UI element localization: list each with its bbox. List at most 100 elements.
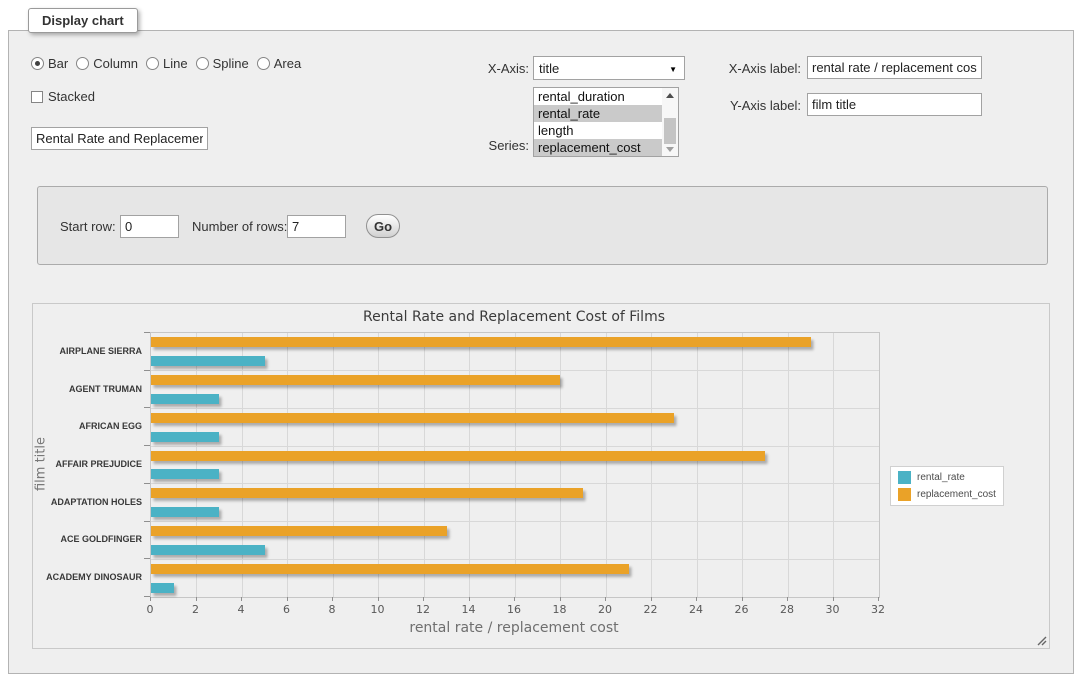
y-tick-mark	[144, 445, 150, 446]
chart-type-option-line[interactable]: Line	[146, 56, 188, 71]
y-axis-label-label: Y-Axis label:	[661, 98, 801, 113]
chart-type-option-spline[interactable]: Spline	[196, 56, 249, 71]
gridline	[333, 333, 334, 597]
x-axis-label-label: X-Axis label:	[661, 61, 801, 76]
chart-type-option-bar[interactable]: Bar	[31, 56, 68, 71]
x-tick-mark	[150, 597, 151, 601]
x-tick-label: 28	[762, 603, 812, 616]
x-tick-label: 6	[262, 603, 312, 616]
bar-replacement_cost	[151, 375, 560, 385]
gridline	[151, 408, 879, 409]
x-tick-mark	[878, 597, 879, 601]
bar-rental_rate	[151, 583, 174, 593]
chart-title-input[interactable]	[31, 127, 208, 150]
radio-icon[interactable]	[257, 57, 270, 70]
x-axis-label-input[interactable]	[807, 56, 982, 79]
x-tick-mark	[605, 597, 606, 601]
radio-icon[interactable]	[146, 57, 159, 70]
category-label: AIRPLANE SIERRA	[33, 346, 142, 356]
radio-label: Bar	[48, 56, 68, 71]
display-chart-panel: Display chart BarColumnLineSplineArea St…	[8, 30, 1074, 674]
x-tick-label: 10	[353, 603, 403, 616]
start-row-input[interactable]	[120, 215, 179, 238]
chart-plot-area	[150, 332, 880, 598]
gridline	[242, 333, 243, 597]
x-tick-mark	[332, 597, 333, 601]
x-tick-mark	[651, 597, 652, 601]
x-tick-label: 14	[444, 603, 494, 616]
gridline	[742, 333, 743, 597]
chart-type-option-area[interactable]: Area	[257, 56, 301, 71]
x-tick-label: 22	[626, 603, 676, 616]
gridline	[515, 333, 516, 597]
x-tick-label: 2	[171, 603, 221, 616]
radio-label: Area	[274, 56, 301, 71]
y-axis-label-input[interactable]	[807, 93, 982, 116]
category-label: AFRICAN EGG	[33, 421, 142, 431]
gridline	[196, 333, 197, 597]
category-label: ACADEMY DINOSAUR	[33, 572, 142, 582]
series-option-rental_duration[interactable]: rental_duration	[534, 88, 663, 105]
legend-item: rental_rate	[898, 471, 996, 484]
go-button[interactable]: Go	[366, 214, 400, 238]
chart-container: Rental Rate and Replacement Cost of Film…	[32, 303, 1050, 649]
bar-replacement_cost	[151, 564, 629, 574]
chart-x-axis-title: rental rate / replacement cost	[150, 620, 878, 636]
chart-title: Rental Rate and Replacement Cost of Film…	[150, 309, 878, 325]
y-tick-mark	[144, 521, 150, 522]
x-tick-mark	[423, 597, 424, 601]
legend-label: replacement_cost	[917, 489, 996, 500]
x-tick-mark	[287, 597, 288, 601]
series-option-replacement_cost[interactable]: replacement_cost	[534, 139, 663, 156]
gridline	[788, 333, 789, 597]
gridline	[151, 559, 879, 560]
x-tick-mark	[469, 597, 470, 601]
radio-label: Spline	[213, 56, 249, 71]
x-tick-mark	[742, 597, 743, 601]
bar-replacement_cost	[151, 337, 811, 347]
series-option-rental_rate[interactable]: rental_rate	[534, 105, 663, 122]
x-tick-label: 12	[398, 603, 448, 616]
gridline	[151, 370, 879, 371]
x-tick-label: 32	[853, 603, 903, 616]
radio-icon[interactable]	[196, 57, 209, 70]
gridline	[287, 333, 288, 597]
x-tick-label: 4	[216, 603, 266, 616]
start-row-label: Start row:	[60, 219, 116, 234]
x-tick-mark	[787, 597, 788, 601]
scroll-down-icon[interactable]	[662, 142, 678, 156]
bar-rental_rate	[151, 394, 219, 404]
series-listbox-label: Series:	[389, 138, 529, 153]
series-option-length[interactable]: length	[534, 122, 663, 139]
bar-replacement_cost	[151, 451, 765, 461]
chart-type-option-column[interactable]: Column	[76, 56, 138, 71]
gridline	[606, 333, 607, 597]
stacked-checkbox-row[interactable]: Stacked	[31, 89, 95, 104]
series-listbox[interactable]: rental_durationrental_ratelengthreplacem…	[533, 87, 679, 157]
x-tick-label: 30	[808, 603, 858, 616]
gridline	[151, 446, 879, 447]
radio-icon[interactable]	[31, 57, 44, 70]
radio-label: Line	[163, 56, 188, 71]
x-tick-label: 0	[125, 603, 175, 616]
legend-swatch	[898, 488, 911, 501]
resize-handle-icon[interactable]	[1035, 634, 1047, 646]
panel-title: Display chart	[28, 8, 138, 33]
radio-icon[interactable]	[76, 57, 89, 70]
chart-type-radio-group: Bar Column Line Spline Area	[31, 56, 301, 71]
gridline	[833, 333, 834, 597]
bar-replacement_cost	[151, 413, 674, 423]
bar-rental_rate	[151, 432, 219, 442]
gridline	[697, 333, 698, 597]
stacked-checkbox[interactable]	[31, 91, 43, 103]
x-tick-label: 26	[717, 603, 767, 616]
y-tick-mark	[144, 370, 150, 371]
gridline	[151, 483, 879, 484]
y-tick-mark	[144, 407, 150, 408]
number-of-rows-input[interactable]	[287, 215, 346, 238]
bar-rental_rate	[151, 545, 265, 555]
scrollbar-thumb[interactable]	[664, 118, 676, 144]
bar-replacement_cost	[151, 488, 583, 498]
bar-replacement_cost	[151, 526, 447, 536]
x-axis-select-value: title	[539, 61, 559, 76]
